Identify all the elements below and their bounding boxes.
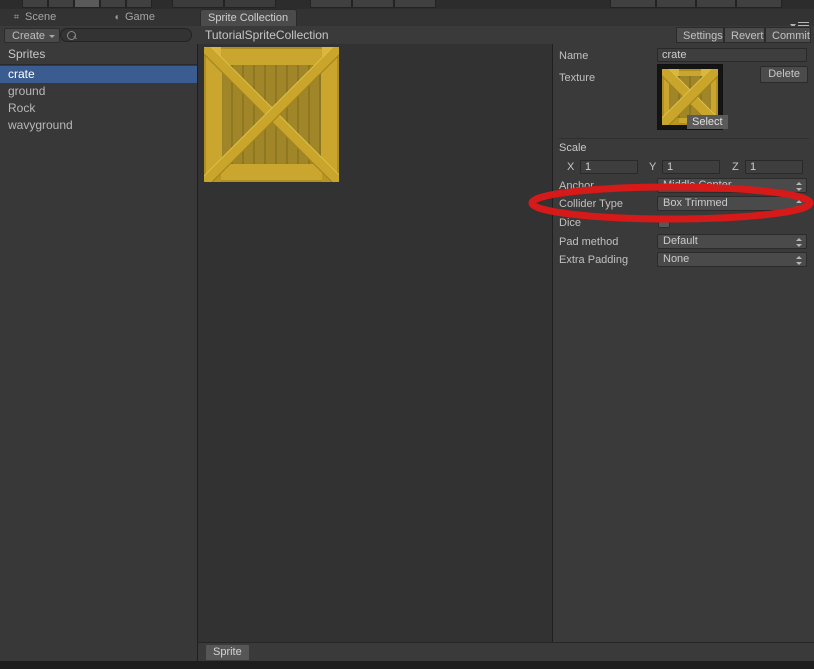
- extra-padding-dropdown-value: None: [663, 253, 690, 265]
- commit-button[interactable]: Commit: [765, 27, 811, 43]
- anchor-dropdown[interactable]: Middle Center: [657, 178, 807, 193]
- collider-type-dropdown-value: Box Trimmed: [663, 197, 728, 209]
- toolbar-scale-tool[interactable]: [100, 0, 126, 8]
- updown-arrows-icon: [795, 238, 802, 247]
- scale-y-input[interactable]: 1: [662, 160, 720, 174]
- updown-arrows-icon: [795, 200, 802, 209]
- settings-button[interactable]: Settings: [676, 27, 724, 43]
- inspector-row-pad-method: Pad method Default: [553, 233, 814, 251]
- dice-checkbox[interactable]: [658, 216, 670, 228]
- toolbar-play-button[interactable]: [310, 0, 352, 8]
- collider-type-dropdown[interactable]: Box Trimmed: [657, 196, 807, 211]
- anchor-label: Anchor: [559, 180, 594, 192]
- pad-method-dropdown-value: Default: [663, 235, 698, 247]
- sprites-panel-header: Sprites: [0, 44, 197, 65]
- sprite-list-item-crate[interactable]: crate: [0, 66, 197, 83]
- inspector-row-anchor: Anchor Middle Center: [553, 177, 814, 195]
- inspector-row-collider-type: Collider Type Box Trimmed: [553, 195, 814, 213]
- tab-sprite-collection-label: Sprite Collection: [208, 12, 289, 24]
- window-bottom-edge: [0, 661, 814, 669]
- scale-x-label: X: [567, 161, 575, 173]
- inspector-row-extra-padding: Extra Padding None: [553, 251, 814, 269]
- viewport-status-bar: Sprite: [198, 642, 814, 661]
- inspector-row-scale: X 1 Y 1 Z 1: [553, 159, 814, 177]
- sprite-list-item-rock[interactable]: Rock: [0, 100, 197, 117]
- toolbar-move-tool[interactable]: [48, 0, 74, 8]
- sprite-list-item-wavyground[interactable]: wavyground: [0, 117, 197, 134]
- name-label: Name: [559, 50, 589, 62]
- toolbar-collab-button[interactable]: [610, 0, 656, 8]
- toolbar-pause-button[interactable]: [352, 0, 394, 8]
- toolbar-layout-button[interactable]: [736, 0, 782, 8]
- tab-game-label: Game: [125, 11, 155, 23]
- sprite-list: crate ground Rock wavyground: [0, 66, 197, 134]
- toolbar-rotate-tool[interactable]: [74, 0, 100, 8]
- tab-game[interactable]: ◖ Game: [104, 9, 170, 26]
- status-chip-sprite[interactable]: Sprite: [206, 645, 249, 660]
- extra-padding-dropdown[interactable]: None: [657, 252, 807, 267]
- unity-editor-window: ⌗ Scene ◖ Game Sprite Collection Create Tu…: [0, 0, 814, 669]
- collider-type-label: Collider Type: [559, 198, 623, 210]
- tab-scene[interactable]: ⌗ Scene: [4, 9, 74, 26]
- tab-sprite-collection[interactable]: Sprite Collection: [200, 9, 297, 26]
- name-input[interactable]: crate: [657, 48, 807, 62]
- hierarchy-toolbar: Create: [0, 26, 198, 45]
- inspector-row-name: Name crate: [553, 47, 814, 65]
- sprites-panel: Sprites crate ground Rock wavyground: [0, 44, 198, 669]
- toolbar-handle-group[interactable]: [224, 0, 276, 8]
- toolbar-pivot-group[interactable]: [172, 0, 224, 8]
- scale-y-label: Y: [649, 161, 657, 173]
- delete-texture-button[interactable]: Delete: [760, 66, 808, 83]
- inspector-divider: [559, 138, 809, 139]
- extra-padding-label: Extra Padding: [559, 254, 629, 266]
- revert-button[interactable]: Revert: [724, 27, 765, 43]
- create-button-label: Create: [12, 30, 46, 42]
- chevron-down-icon: [49, 35, 56, 38]
- pad-method-dropdown[interactable]: Default: [657, 234, 807, 249]
- scale-z-label: Z: [732, 161, 739, 173]
- search-input[interactable]: [79, 29, 188, 43]
- collection-title: TutorialSpriteCollection: [205, 28, 329, 42]
- select-texture-button[interactable]: Select: [687, 115, 728, 129]
- grid-icon: ⌗: [13, 12, 20, 23]
- pad-method-label: Pad method: [559, 236, 619, 248]
- scale-x-input[interactable]: 1: [580, 160, 638, 174]
- updown-arrows-icon: [795, 182, 802, 191]
- texture-label: Texture: [559, 72, 596, 84]
- scale-z-input[interactable]: 1: [745, 160, 803, 174]
- search-field[interactable]: [60, 28, 192, 43]
- toolbar-step-button[interactable]: [394, 0, 436, 8]
- create-button[interactable]: Create: [4, 28, 61, 43]
- main-toolbar-strip: [0, 0, 814, 9]
- toolbar-account-button[interactable]: [656, 0, 696, 8]
- anchor-dropdown-value: Middle Center: [663, 179, 732, 191]
- toolbar-layers-button[interactable]: [696, 0, 736, 8]
- crate-sprite-image: [204, 47, 339, 182]
- sprite-preview-viewport[interactable]: [198, 44, 552, 642]
- scale-section-label: Scale: [559, 142, 587, 154]
- sprite-collection-titlebar: TutorialSpriteCollection Settings Revert…: [198, 26, 814, 45]
- crate-sprite-preview[interactable]: [204, 47, 339, 182]
- toolbar-hand-tool[interactable]: [22, 0, 48, 8]
- sprite-list-item-ground[interactable]: ground: [0, 83, 197, 100]
- search-icon: [67, 31, 76, 40]
- tab-scene-label: Scene: [25, 11, 57, 23]
- game-icon: ◖: [113, 12, 120, 23]
- sprite-inspector-panel: Name crate Texture Select Delete Scale X…: [552, 44, 814, 642]
- updown-arrows-icon: [795, 256, 802, 265]
- dice-label: Dice: [559, 217, 582, 229]
- toolbar-rect-tool[interactable]: [126, 0, 152, 8]
- tab-row: ⌗ Scene ◖ Game Sprite Collection: [0, 9, 814, 29]
- inspector-row-dice: Dice: [553, 214, 814, 232]
